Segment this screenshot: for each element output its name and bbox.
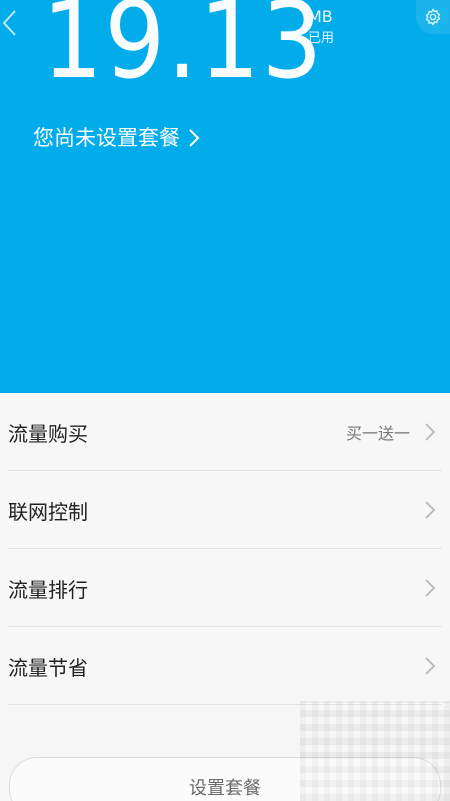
list-item-label: 联网控制 <box>8 499 88 524</box>
usage-unit: MB <box>308 7 333 26</box>
chevron-right-icon <box>425 579 436 597</box>
setup-plan-button-label: 设置套餐 <box>189 778 261 799</box>
list-item-data-saving[interactable]: 流量节省 <box>0 627 450 705</box>
chevron-right-icon <box>189 129 200 147</box>
list-item-network-control[interactable]: 联网控制 <box>0 471 450 549</box>
usage-used-label: 已用 <box>308 31 335 46</box>
watermark <box>300 701 450 801</box>
settings-button[interactable] <box>416 0 450 34</box>
usage-header: 19.13 MB 已用 您尚未设置套餐 <box>0 0 450 393</box>
list-item-label: 流量排行 <box>8 577 88 602</box>
promo-badge: 买一送一 <box>345 424 410 443</box>
chevron-right-icon <box>425 501 436 519</box>
plan-link-label: 您尚未设置套餐 <box>33 126 180 150</box>
plan-not-set-link[interactable]: 您尚未设置套餐 <box>33 124 200 152</box>
back-button[interactable] <box>0 6 22 40</box>
chevron-right-icon <box>425 423 436 441</box>
list-item-data-ranking[interactable]: 流量排行 <box>0 549 450 627</box>
gear-icon <box>425 8 441 26</box>
settings-list: 流量购买 买一送一 联网控制 流量排行 流量节省 <box>0 393 450 705</box>
list-item-label: 流量购买 <box>8 421 88 446</box>
list-item-data-purchase[interactable]: 流量购买 买一送一 <box>0 393 450 471</box>
chevron-left-icon <box>2 10 16 36</box>
list-item-label: 流量节省 <box>8 655 88 680</box>
chevron-right-icon <box>425 657 436 675</box>
usage-value: 19.13 <box>42 0 325 102</box>
